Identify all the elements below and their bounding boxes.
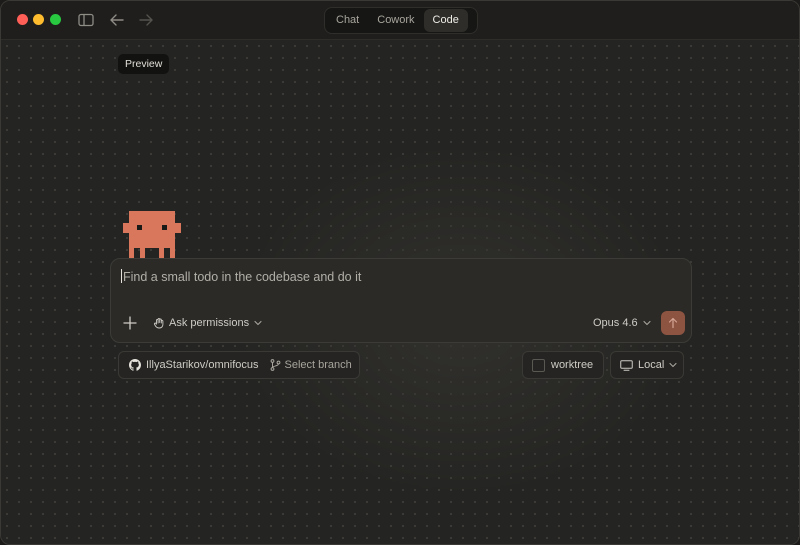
chevron-down-icon — [254, 320, 262, 326]
tab-cowork[interactable]: Cowork — [368, 9, 423, 32]
send-button[interactable] — [661, 311, 685, 335]
arrow-up-icon — [668, 317, 678, 329]
arrow-left-icon[interactable] — [108, 11, 126, 29]
hand-icon — [153, 317, 164, 329]
worktree-checkbox[interactable] — [532, 358, 545, 372]
permissions-dropdown[interactable]: Ask permissions — [153, 314, 266, 332]
text-caret — [121, 269, 122, 283]
environment-selector[interactable]: Local — [610, 351, 684, 379]
monitor-icon — [620, 359, 633, 371]
close-window-button[interactable] — [17, 14, 28, 25]
title-bar: Chat Cowork Code — [1, 1, 799, 40]
preview-badge: Preview — [118, 54, 170, 74]
branch-selector[interactable]: Select branch — [285, 359, 352, 371]
github-icon — [129, 359, 141, 371]
pixel-mascot-icon — [123, 211, 181, 258]
worktree-label: worktree — [551, 359, 594, 371]
prompt-text: Find a small todo in the codebase and do… — [123, 270, 362, 284]
minimize-window-button[interactable] — [33, 14, 44, 25]
plus-icon[interactable] — [123, 316, 137, 330]
maximize-window-button[interactable] — [50, 14, 61, 25]
arrow-right-icon[interactable] — [137, 11, 155, 29]
repository-selector[interactable]: IllyaStarikov/omnifocus Select branch — [118, 351, 360, 379]
sidebar-toggle-icon[interactable] — [77, 11, 95, 29]
git-branch-icon — [270, 359, 280, 371]
worktree-toggle[interactable]: worktree — [522, 351, 604, 379]
model-selector[interactable]: Opus 4.6 — [593, 314, 651, 332]
prompt-composer: Find a small todo in the codebase and do… — [110, 258, 692, 343]
mode-switcher: Chat Cowork Code — [324, 7, 478, 34]
chevron-down-icon — [643, 320, 651, 326]
chevron-down-icon — [669, 362, 677, 368]
environment-label: Local — [638, 359, 665, 371]
tab-code[interactable]: Code — [423, 9, 468, 32]
permissions-label: Ask permissions — [169, 317, 250, 329]
prompt-input[interactable]: Find a small todo in the codebase and do… — [121, 269, 361, 284]
app-window: Chat Cowork Code Preview Find a small to… — [0, 0, 800, 545]
model-label: Opus 4.6 — [593, 317, 638, 329]
repository-name: IllyaStarikov/omnifocus — [146, 359, 259, 371]
tab-chat[interactable]: Chat — [327, 9, 368, 32]
